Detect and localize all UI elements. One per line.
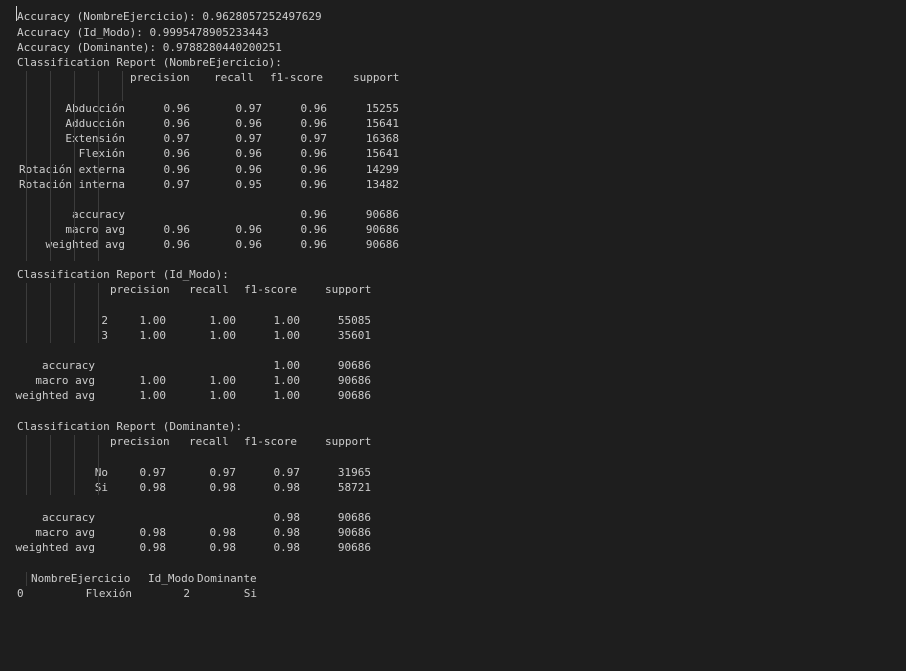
header-precision: precision — [110, 435, 170, 448]
report-header-row: precision recall f1-score support — [0, 283, 371, 297]
table-row: Abducción 0.96 0.97 0.96 15255 — [65, 102, 399, 115]
df-col-id-modo: Id_Modo — [148, 572, 195, 585]
dataframe-row: 0 Flexión 2 Si — [17, 587, 257, 600]
indent-guide — [98, 283, 99, 343]
accuracy-nombre-ejercicio: Accuracy (NombreEjercicio): 0.9628057252… — [17, 10, 322, 23]
indent-guide — [74, 435, 75, 495]
accuracy-id-modo: Accuracy (Id_Modo): 0.9995478905233443 — [17, 26, 269, 39]
table-row: weighted avg 0.96 0.96 0.96 90686 — [45, 238, 399, 251]
summary-line: Accuracy (Dominante): 0.9788280440200251 — [0, 41, 282, 55]
summary-line: Accuracy (NombreEjercicio): 0.9628057252… — [0, 10, 322, 24]
indent-guide — [50, 71, 51, 261]
report-header-row: precision recall f1-score support — [0, 435, 371, 449]
df-col-dominante: Dominante — [197, 572, 257, 585]
indent-guide — [98, 435, 99, 495]
header-support: support — [325, 435, 372, 448]
header-f1-score: f1-score — [270, 71, 323, 84]
terminal-output: Accuracy (NombreEjercicio): 0.9628057252… — [0, 0, 906, 606]
table-row: accuracy 1.00 90686 — [42, 359, 371, 372]
indent-guide — [74, 283, 75, 343]
summary-line: Accuracy (Id_Modo): 0.9995478905233443 — [0, 26, 269, 40]
indent-guide — [26, 283, 27, 343]
report-title: Classification Report (NombreEjercicio): — [17, 56, 282, 69]
table-row: Si 0.98 0.98 0.98 58721 — [94, 481, 371, 494]
report-header-row: precision recall f1-score support — [0, 71, 399, 85]
indent-guide — [26, 435, 27, 495]
df-row-index: 0 — [17, 587, 24, 600]
table-row: 3 1.00 1.00 1.00 35601 — [101, 329, 371, 342]
header-recall: recall — [189, 435, 229, 448]
header-precision: precision — [130, 71, 190, 84]
table-row: macro avg 1.00 1.00 1.00 90686 — [35, 374, 371, 387]
table-row: weighted avg 0.98 0.98 0.98 90686 — [15, 541, 371, 554]
df-col-nombre-ejercicio: NombreEjercicio — [31, 572, 131, 585]
table-row: accuracy 0.98 90686 — [42, 511, 371, 524]
table-row: Rotación externa 0.96 0.96 0.96 14299 — [19, 163, 399, 176]
header-f1-score: f1-score — [244, 435, 297, 448]
header-support: support — [353, 71, 400, 84]
indent-guide — [50, 283, 51, 343]
table-row: No 0.97 0.97 0.97 31965 — [94, 466, 371, 479]
header-recall: recall — [189, 283, 229, 296]
indent-guide — [26, 71, 27, 261]
table-row: accuracy 0.96 90686 — [72, 208, 399, 221]
header-recall: recall — [214, 71, 254, 84]
table-row: 2 1.00 1.00 1.00 55085 — [101, 314, 371, 327]
indent-guide — [122, 71, 123, 101]
report-title: Classification Report (Id_Modo): — [17, 268, 229, 281]
table-row: Adducción 0.96 0.96 0.96 15641 — [65, 117, 399, 130]
table-row: weighted avg 1.00 1.00 1.00 90686 — [15, 389, 371, 402]
dataframe-header-row: NombreEjercicio Id_Modo Dominante — [0, 572, 257, 586]
table-row: macro avg 0.96 0.96 0.96 90686 — [65, 223, 399, 236]
accuracy-dominante: Accuracy (Dominante): 0.9788280440200251 — [17, 41, 282, 54]
indent-guide — [50, 435, 51, 495]
indent-guide — [26, 572, 27, 586]
table-row: Rotación interna 0.97 0.95 0.96 13482 — [19, 178, 399, 191]
header-f1-score: f1-score — [244, 283, 297, 296]
indent-guide — [74, 71, 75, 261]
table-row: macro avg 0.98 0.98 0.98 90686 — [35, 526, 371, 539]
indent-guide — [98, 71, 99, 261]
header-support: support — [325, 283, 372, 296]
report-title: Classification Report (Dominante): — [17, 420, 243, 433]
header-precision: precision — [110, 283, 170, 296]
table-row: Extensión 0.97 0.97 0.97 16368 — [65, 132, 399, 145]
table-row: Flexión 0.96 0.96 0.96 15641 — [78, 147, 399, 160]
